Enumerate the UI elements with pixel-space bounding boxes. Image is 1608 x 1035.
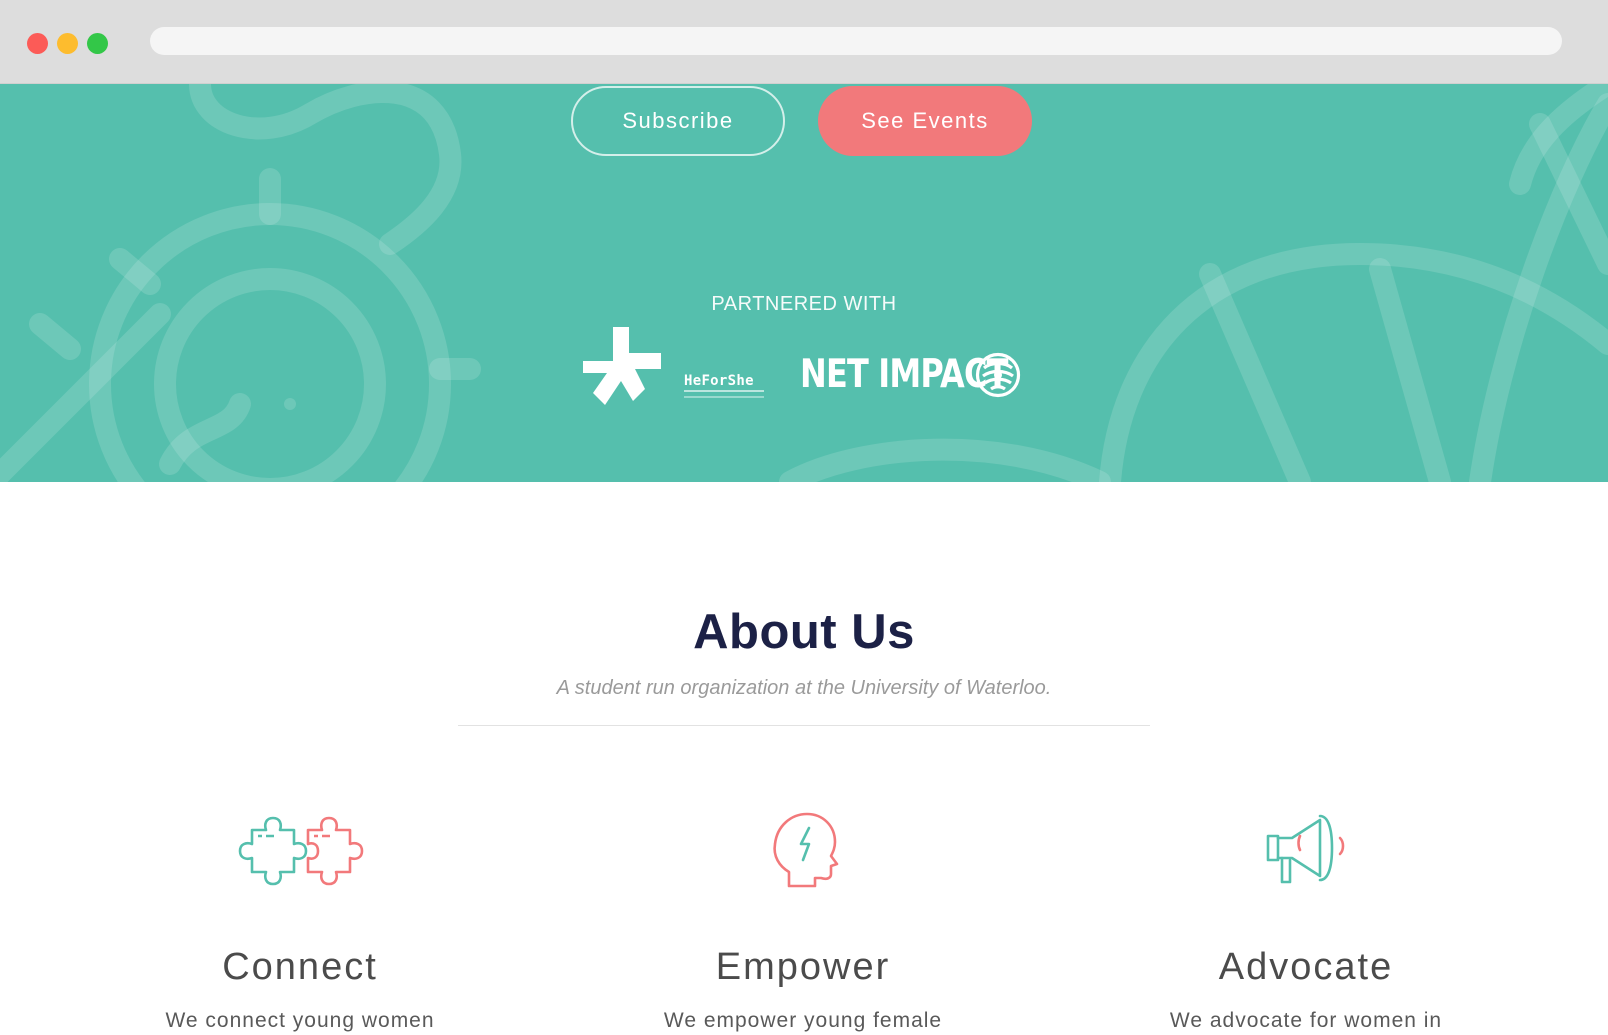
subscribe-button[interactable]: Subscribe: [571, 86, 785, 156]
feature-connect: Connect We connect young women: [100, 806, 500, 1032]
minimize-window-icon[interactable]: [57, 33, 78, 54]
hero-section: Subscribe See Events PARTNERED WITH HeFo…: [0, 84, 1608, 482]
about-subtitle: A student run organization at the Univer…: [556, 677, 1052, 699]
feature-title: Empower: [715, 946, 891, 988]
head-lightning-icon: [773, 812, 839, 888]
decorative-background-icon: [0, 84, 1608, 482]
close-window-icon[interactable]: [27, 33, 48, 54]
heforshe-logo-text[interactable]: HeForShe: [684, 373, 754, 389]
about-title: About Us: [693, 605, 915, 659]
partnered-with-label: PARTNERED WITH: [711, 293, 897, 315]
heforshe-logo-icon[interactable]: [583, 327, 661, 405]
feature-description: We connect young women: [165, 1009, 435, 1032]
feature-description: We empower young female: [663, 1009, 943, 1032]
heforshe-logo-subtext: [684, 390, 764, 398]
browser-chrome: [0, 0, 1608, 84]
netimpact-logo-icon[interactable]: [975, 352, 1021, 398]
megaphone-icon: [1266, 814, 1345, 884]
feature-empower: Empower We empower young female: [603, 806, 1003, 1032]
address-bar[interactable]: [150, 27, 1562, 55]
feature-title: Advocate: [1218, 946, 1394, 988]
divider: [458, 725, 1150, 726]
feature-advocate: Advocate We advocate for women in: [1106, 806, 1506, 1032]
see-events-button[interactable]: See Events: [818, 86, 1032, 156]
maximize-window-icon[interactable]: [87, 33, 108, 54]
puzzle-icon: [238, 816, 364, 886]
feature-title: Connect: [222, 946, 378, 988]
feature-description: We advocate for women in: [1169, 1009, 1443, 1032]
